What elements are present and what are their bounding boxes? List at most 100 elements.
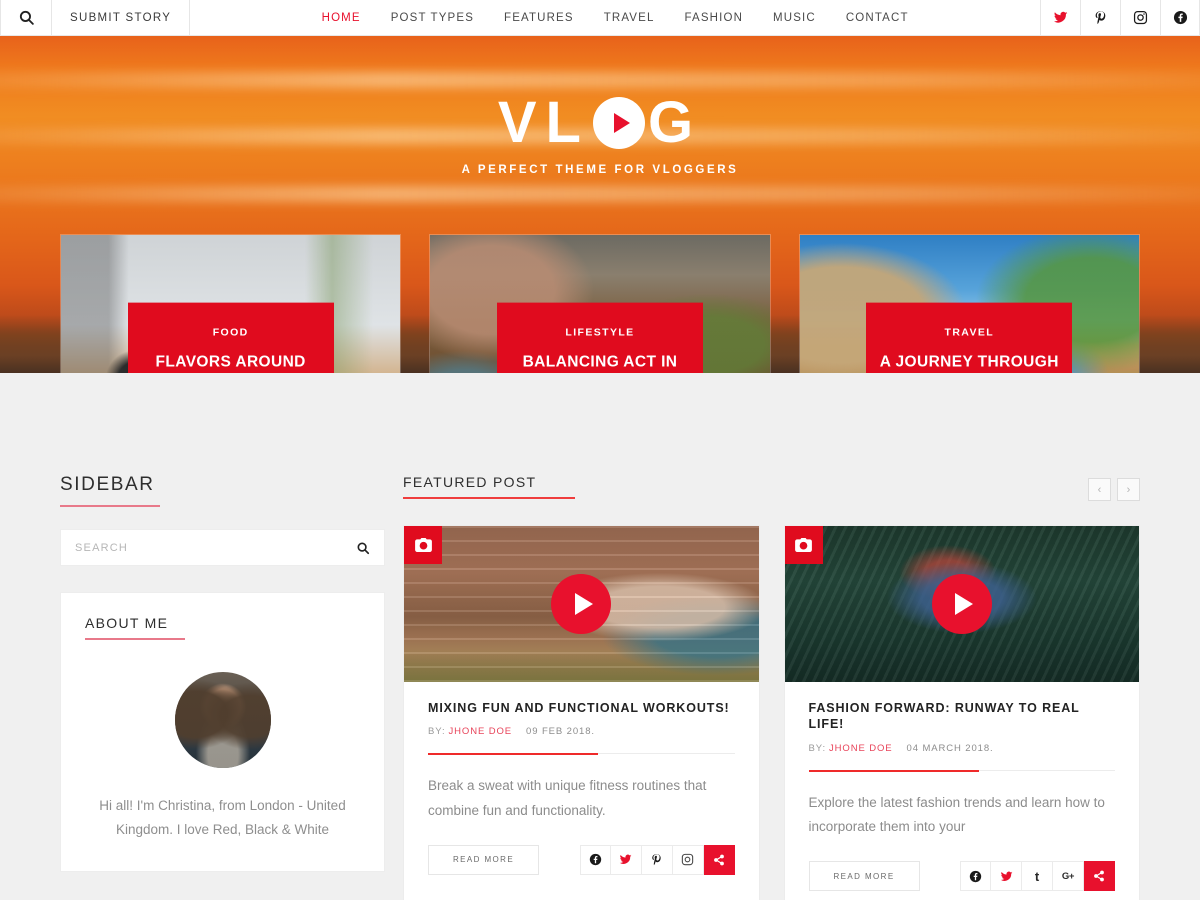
- feature-card-row: FOOD FLAVORS AROUND THE WORLD LIFESTYLE …: [60, 234, 1140, 373]
- nav-item-music[interactable]: MUSIC: [773, 12, 816, 24]
- sidebar-title: SIDEBAR: [60, 474, 155, 495]
- read-more-button[interactable]: READ MORE: [428, 844, 540, 875]
- sky-streak: [0, 186, 1200, 202]
- twitter-icon: [1000, 871, 1012, 881]
- search-icon: [19, 10, 34, 25]
- instagram-icon: [1133, 10, 1148, 25]
- submit-story-button[interactable]: SUBMIT STORY: [52, 0, 191, 35]
- feature-overlay: FOOD FLAVORS AROUND THE WORLD: [127, 302, 334, 373]
- instagram-icon: [681, 854, 694, 866]
- post-title[interactable]: FASHION FORWARD: RUNWAY TO REAL LIFE!: [809, 700, 1116, 733]
- share-icon: [1094, 870, 1104, 882]
- about-header: ABOUT ME: [85, 615, 360, 640]
- feature-overlay: TRAVEL A JOURNEY THROUGH URBAN MARVELS: [866, 302, 1073, 373]
- play-icon: [955, 593, 974, 615]
- twitter-icon: [619, 854, 632, 865]
- post-actions: READ MORE: [808, 861, 1115, 892]
- main-menu: HOME POST TYPES FEATURES TRAVEL FASHION …: [190, 0, 1040, 35]
- post-card[interactable]: MIXING FUN AND FUNCTIONAL WORKOUTS! BY: J…: [403, 525, 760, 900]
- share-facebook-button[interactable]: [579, 844, 611, 875]
- play-icon: [613, 113, 630, 133]
- nav-pinterest-link[interactable]: [1080, 0, 1120, 35]
- post-play-button[interactable]: [931, 574, 992, 634]
- post-meta: BY: JHONE DOE 04 MARCH 2018.: [809, 743, 1116, 754]
- pinterest-icon: [1095, 11, 1106, 24]
- post-divider: [808, 769, 1115, 772]
- feature-overlay: LIFESTYLE BALANCING ACT IN THE MODERN WO…: [496, 302, 703, 373]
- nav-item-post-types[interactable]: POST TYPES: [391, 12, 474, 24]
- search-input[interactable]: [75, 541, 356, 554]
- nav-search-button[interactable]: [0, 0, 52, 35]
- site-logo[interactable]: VL G A PERFECT THEME FOR VLOGGERS: [0, 94, 1200, 177]
- nav-twitter-link[interactable]: [1040, 0, 1080, 35]
- nav-item-contact[interactable]: CONTACT: [846, 12, 909, 24]
- share-tumblr-button[interactable]: t: [1022, 861, 1053, 892]
- post-date: 04 MARCH 2018.: [906, 742, 994, 754]
- feature-title: A JOURNEY THROUGH URBAN MARVELS: [879, 353, 1059, 371]
- feature-card-lifestyle[interactable]: LIFESTYLE BALANCING ACT IN THE MODERN WO…: [429, 234, 771, 373]
- share-pinterest-button[interactable]: [641, 844, 673, 875]
- feature-category: FOOD: [212, 326, 249, 339]
- logo-text: VL G: [498, 94, 702, 152]
- featured-post-section: FEATURED POST ‹ › MIXING FUN AND FUNCTIO…: [403, 474, 1140, 900]
- post-title[interactable]: MIXING FUN AND FUNCTIONAL WORKOUTS!: [428, 700, 735, 716]
- camera-icon: [795, 538, 812, 552]
- nav-item-travel[interactable]: TRAVEL: [604, 12, 655, 24]
- featured-post-title: FEATURED POST: [403, 474, 537, 490]
- nav-item-home[interactable]: HOME: [322, 12, 361, 24]
- play-icon: [574, 593, 593, 615]
- post-thumbnail[interactable]: [404, 526, 759, 682]
- post-excerpt: Explore the latest fashion trends and le…: [808, 794, 1105, 834]
- nav-item-features[interactable]: FEATURES: [504, 12, 574, 24]
- carousel-prev-button[interactable]: ‹: [1088, 478, 1111, 501]
- post-thumbnail[interactable]: [784, 526, 1139, 682]
- post-author[interactable]: JHONE DOE: [829, 743, 893, 754]
- sidebar-search-box[interactable]: [60, 529, 385, 566]
- featured-title-block: FEATURED POST: [403, 474, 575, 499]
- feature-card-travel[interactable]: TRAVEL A JOURNEY THROUGH URBAN MARVELS: [798, 234, 1140, 373]
- post-divider: [428, 753, 735, 756]
- share-more-button[interactable]: [1084, 861, 1115, 892]
- featured-post-header: FEATURED POST ‹ ›: [403, 474, 1140, 501]
- top-navigation-bar: SUBMIT STORY HOME POST TYPES FEATURES TR…: [0, 0, 1200, 36]
- search-icon[interactable]: [356, 541, 370, 555]
- post-excerpt: Break a sweat with unique fitness routin…: [428, 778, 707, 818]
- share-twitter-button[interactable]: [610, 844, 642, 875]
- about-title-underline: [85, 638, 185, 640]
- page-body: SIDEBAR ABOUT ME Hi all! I'm Christina, …: [0, 474, 1200, 900]
- twitter-icon: [1053, 11, 1068, 23]
- logo-text-left: VL: [497, 90, 590, 155]
- post-body: FASHION FORWARD: RUNWAY TO REAL LIFE! BY…: [785, 682, 1140, 900]
- logo-play-circle: [593, 97, 645, 149]
- share-twitter-button[interactable]: [991, 861, 1022, 892]
- post-card-list: MIXING FUN AND FUNCTIONAL WORKOUTS! BY: J…: [403, 525, 1140, 900]
- share-icon: [713, 854, 724, 866]
- post-card[interactable]: FASHION FORWARD: RUNWAY TO REAL LIFE! BY…: [783, 525, 1140, 900]
- nav-item-fashion[interactable]: FASHION: [685, 12, 744, 24]
- read-more-button[interactable]: READ MORE: [808, 861, 920, 892]
- post-share-row: t G+: [960, 861, 1115, 892]
- camera-icon: [414, 538, 432, 552]
- share-googleplus-button[interactable]: G+: [1053, 861, 1084, 892]
- nav-facebook-link[interactable]: [1160, 0, 1200, 35]
- share-facebook-button[interactable]: [960, 861, 991, 892]
- carousel-next-button[interactable]: ›: [1117, 478, 1140, 501]
- post-author[interactable]: JHONE DOE: [449, 726, 513, 737]
- share-more-button[interactable]: [703, 844, 735, 875]
- nav-instagram-link[interactable]: [1120, 0, 1160, 35]
- post-format-badge: [404, 526, 442, 564]
- post-by-label: BY:: [808, 742, 826, 754]
- logo-tagline: A PERFECT THEME FOR VLOGGERS: [461, 164, 739, 176]
- carousel-navigation: ‹ ›: [1088, 478, 1140, 501]
- feature-card-food[interactable]: FOOD FLAVORS AROUND THE WORLD: [60, 234, 402, 373]
- social-links: [1040, 0, 1200, 35]
- pinterest-icon: [652, 854, 661, 866]
- about-me-widget: ABOUT ME Hi all! I'm Christina, from Lon…: [60, 592, 385, 873]
- share-instagram-button[interactable]: [672, 844, 704, 875]
- facebook-icon: [589, 854, 601, 866]
- post-format-badge: [784, 526, 823, 564]
- post-play-button[interactable]: [551, 574, 612, 634]
- logo-text-right: G: [648, 90, 703, 155]
- featured-title-underline: [403, 497, 575, 499]
- feature-title: BALANCING ACT IN THE MODERN WORLD: [522, 353, 678, 371]
